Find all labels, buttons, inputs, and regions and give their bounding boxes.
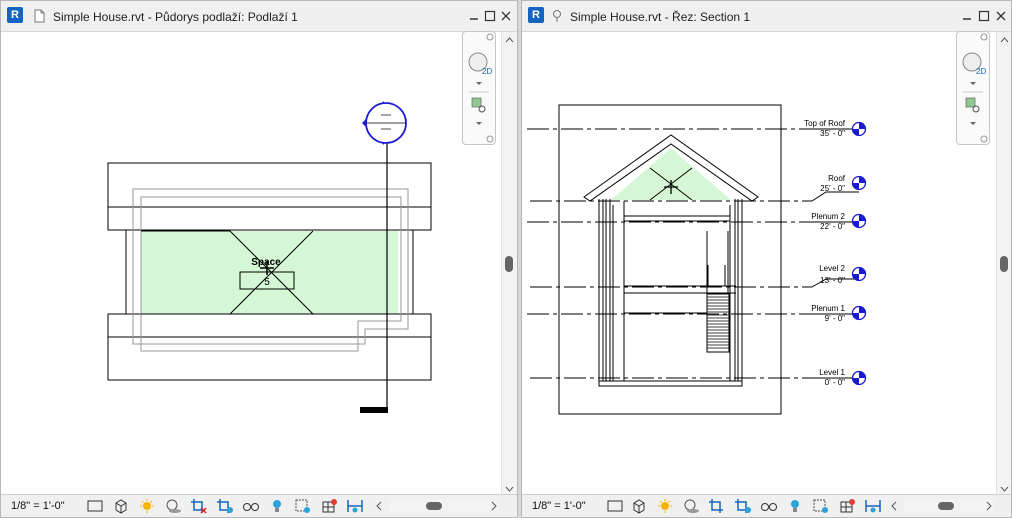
roof-edge-lower [107,313,432,381]
navigation-bar[interactable]: 2D [462,31,496,145]
minimize-icon[interactable] [467,9,481,23]
zoom-region-icon[interactable] [965,97,980,113]
scroll-down-icon[interactable] [502,484,517,494]
space-number: 5 [264,277,270,288]
level-head-level-2[interactable]: Level 2 13' - 0" [819,264,867,285]
level-head-level-1[interactable]: Level 1 0' - 0" [819,368,867,387]
title-bar[interactable]: R Simple House.rvt - Půdorys podlaží: Po… [1,1,517,32]
detail-level-icon[interactable] [606,498,624,514]
sun-path-icon[interactable] [138,498,156,514]
svg-text:Top of Roof: Top of Roof [804,119,846,128]
sun-path-icon[interactable] [656,498,674,514]
shadows-icon[interactable] [682,498,700,514]
scroll-down-icon[interactable] [997,484,1012,494]
level-head-plenum-2[interactable]: Plenum 2 22' - 0" [811,212,867,231]
reveal-hidden-icon[interactable] [268,498,286,514]
highlight-displacement-icon[interactable] [864,498,882,514]
reveal-hidden-icon[interactable] [786,498,804,514]
zoom-region-icon[interactable] [471,97,486,113]
section-view-icon [553,10,561,22]
vertical-scrollbar[interactable] [996,32,1012,497]
scroll-right-icon[interactable] [984,501,994,511]
title-bar[interactable]: R Simple House.rvt - Řez: Section 1 [522,1,1011,32]
close-icon[interactable] [994,9,1008,23]
navigation-bar[interactable]: 2D [956,31,990,145]
svg-text:Plenum 1: Plenum 1 [811,304,845,313]
level-head-roof[interactable]: Roof 25' - 0" [820,174,867,193]
scroll-right-icon[interactable] [489,501,499,511]
collapse-icon[interactable] [370,498,388,514]
view-scale[interactable]: 1/8" = 1'-0" [11,500,65,512]
collapse-icon[interactable] [885,498,903,514]
horizontal-scroll-thumb[interactable] [938,502,954,510]
svg-text:35' - 0": 35' - 0" [820,129,845,138]
vertical-scroll-thumb[interactable] [505,256,513,272]
section-view-window: R Simple House.rvt - Řez: Section 1 Top … [521,0,1012,518]
show-crop-region-icon[interactable] [216,498,234,514]
steering-wheel-2d-icon[interactable]: 2D [962,52,986,76]
view-control-bar: 1/8" = 1'-0" [522,494,1011,517]
maximize-icon[interactable] [483,9,497,23]
scroll-up-icon[interactable] [997,35,1012,45]
show-crop-region-icon[interactable] [734,498,752,514]
view-scale[interactable]: 1/8" = 1'-0" [532,500,586,512]
building-section [598,199,743,387]
svg-text:Plenum 2: Plenum 2 [811,212,845,221]
visual-style-icon[interactable] [630,498,648,514]
temporary-view-properties-icon[interactable] [294,498,312,514]
revit-logo-icon: R [7,7,23,23]
steering-wheel-2d-icon[interactable]: 2D [468,52,492,76]
crop-view-icon[interactable] [708,498,726,514]
horizontal-scrollbar[interactable] [904,499,994,513]
floor-plan-view-window: R Simple House.rvt - Půdorys podlaží: Po… [0,0,518,518]
detail-level-icon[interactable] [86,498,104,514]
svg-text:25' - 0": 25' - 0" [820,184,845,193]
svg-text:0' - 0": 0' - 0" [825,378,846,387]
stairs [706,293,730,353]
floor-plan-canvas[interactable]: Space 5 [1,32,501,497]
svg-text:Roof: Roof [828,174,846,183]
svg-text:22' - 0": 22' - 0" [820,222,845,231]
document-icon [34,9,45,23]
temporary-hide-icon[interactable] [760,498,778,514]
svg-text:2D: 2D [482,67,492,76]
crop-view-icon[interactable] [190,498,208,514]
revit-logo-icon: R [528,7,544,23]
maximize-icon[interactable] [977,9,991,23]
visual-style-icon[interactable] [112,498,130,514]
temporary-view-properties-icon[interactable] [812,498,830,514]
space-tag-label[interactable]: Space [251,257,281,268]
temporary-hide-icon[interactable] [242,498,260,514]
view-title: Simple House.rvt - Řez: Section 1 [570,10,751,24]
svg-text:Level 2: Level 2 [819,264,845,273]
vertical-scrollbar[interactable] [501,32,517,497]
svg-text:9' - 0": 9' - 0" [825,314,846,323]
view-title: Simple House.rvt - Půdorys podlaží: Podl… [53,10,298,24]
close-icon[interactable] [499,9,513,23]
analytical-model-icon[interactable] [320,498,338,514]
highlight-displacement-icon[interactable] [346,498,364,514]
vertical-scroll-thumb[interactable] [1000,256,1008,272]
minimize-icon[interactable] [960,9,974,23]
shadows-icon[interactable] [164,498,182,514]
analytical-model-icon[interactable] [838,498,856,514]
scroll-up-icon[interactable] [502,35,517,45]
horizontal-scrollbar[interactable] [389,499,499,513]
horizontal-scroll-thumb[interactable] [426,502,442,510]
svg-text:13' - 0": 13' - 0" [820,276,845,285]
view-control-bar: 1/8" = 1'-0" [1,494,517,517]
svg-text:Level 1: Level 1 [819,368,845,377]
svg-text:2D: 2D [976,67,986,76]
section-canvas[interactable]: Top of Roof 35' - 0" Roof 25' - 0" Plenu… [522,32,996,497]
